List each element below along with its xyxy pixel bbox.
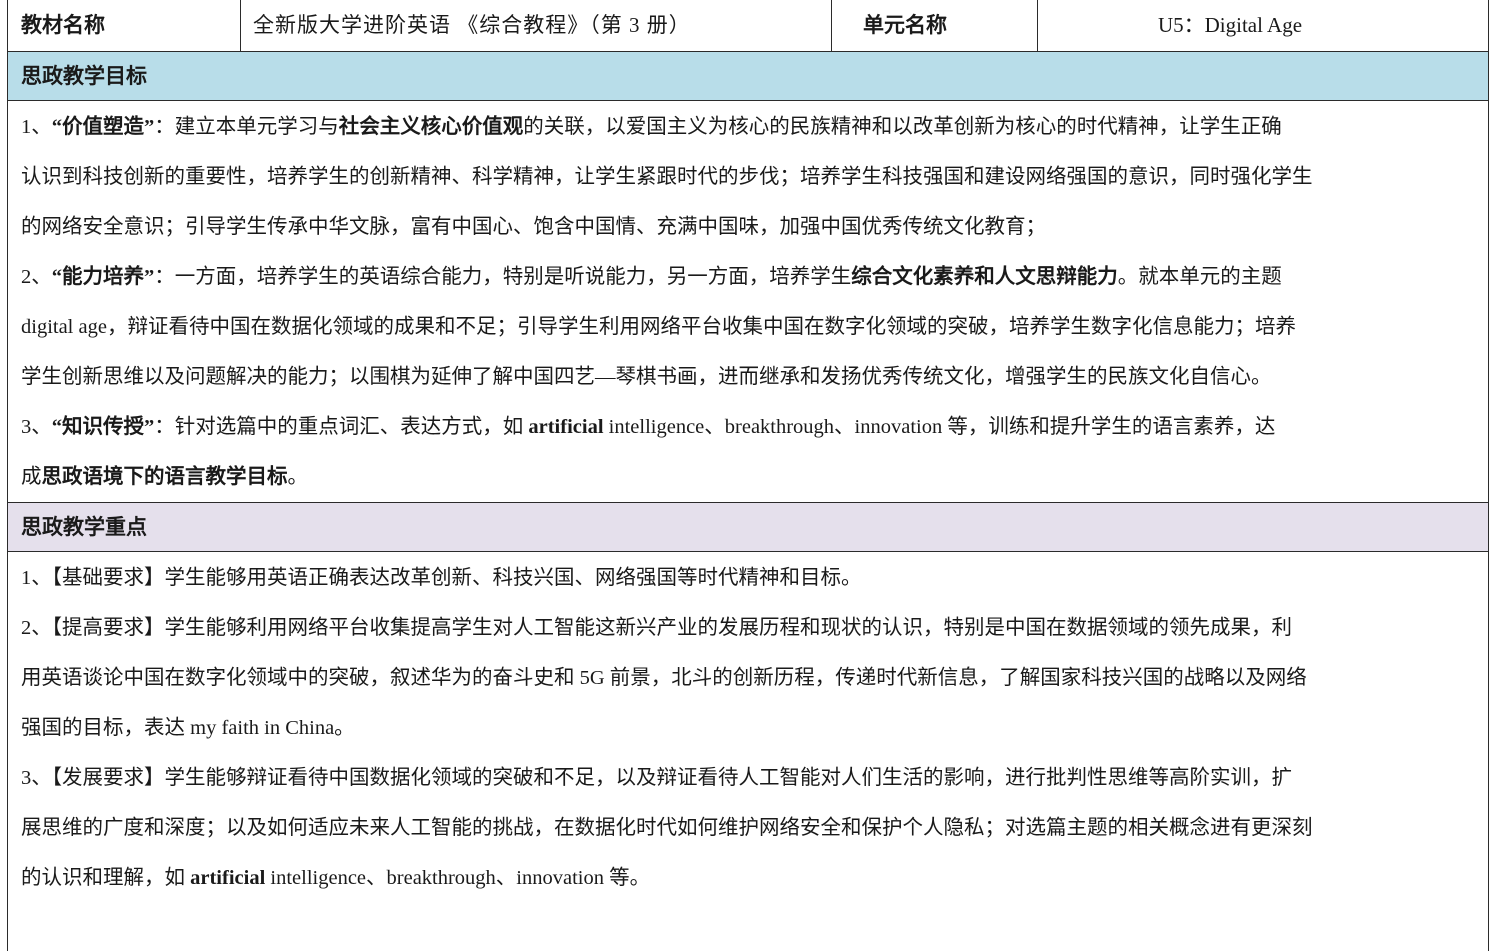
- focus-line: 3、【发展要求】学生能够辩证看待中国数据化领域的突破和不足，以及辩证看待人工智能…: [21, 753, 1438, 803]
- line-segment: 。就本单元的主题: [1117, 266, 1282, 288]
- line-segment: 1、【基础要求】学生能够用英语正确表达改革创新、科技兴国、网络强国等时代精神和目…: [21, 567, 862, 589]
- line-segment-bold: 社会主义核心价值观: [338, 116, 524, 138]
- line-segment: 认识到科技创新的重要性，培养学生的创新精神、科学精神，让学生紧跟时代的步伐；培养…: [21, 166, 1313, 188]
- line-segment: 的网络安全意识；引导学生传承中华文脉，富有中国心、饱含中国情、充满中国味，加强中…: [21, 216, 1046, 238]
- line-segment: intelligence、breakthrough、innovation 等，训…: [603, 416, 1276, 438]
- focus-section-title: 思政教学重点: [8, 502, 1488, 552]
- line-segment: ：建立本单元学习与: [154, 116, 339, 138]
- line-segment: ：一方面，培养学生的英语综合能力，特别是听说能力，另一方面，培养学生: [154, 266, 852, 288]
- unit-value: U5：Digital Age: [1157, 13, 1303, 37]
- focus-line: 1、【基础要求】学生能够用英语正确表达改革创新、科技兴国、网络强国等时代精神和目…: [21, 553, 1438, 603]
- line-segment: 的关联，以爱国主义为核心的民族精神和以改革创新为核心的时代精神，让学生正确: [523, 116, 1282, 138]
- goals-line: 2、“能力培养”：一方面，培养学生的英语综合能力，特别是听说能力，另一方面，培养…: [21, 252, 1438, 302]
- goals-section-title: 思政教学目标: [8, 52, 1488, 101]
- material-label: 教材名称: [8, 0, 241, 51]
- goals-line: 成思政语境下的语言教学目标。: [21, 452, 1438, 502]
- line-segment: ：针对选篇中的重点词汇、表达方式，如: [154, 416, 529, 438]
- focus-line: 的认识和理解，如 artificial intelligence、breakth…: [21, 853, 1438, 903]
- focus-body: 1、【基础要求】学生能够用英语正确表达改革创新、科技兴国、网络强国等时代精神和目…: [8, 553, 1488, 903]
- line-segment: 1、: [21, 116, 52, 138]
- goals-line: digital age，辩证看待中国在数据化领域的成果和不足；引导学生利用网络平…: [21, 302, 1438, 352]
- unit-label: 单元名称: [832, 0, 1038, 51]
- line-segment: 学生创新思维以及问题解决的能力；以围棋为延伸了解中国四艺—琴棋书画，进而继承和发…: [21, 366, 1272, 388]
- line-segment: 的认识和理解，如: [21, 867, 191, 889]
- material-value: 全新版大学进阶英语 《综合教程》（第 3 册）: [241, 0, 832, 51]
- header-row: 教材名称 全新版大学进阶英语 《综合教程》（第 3 册） 单元名称 U5：Dig…: [8, 0, 1488, 52]
- line-segment: 3、【发展要求】学生能够辩证看待中国数据化领域的突破和不足，以及辩证看待人工智能…: [21, 767, 1292, 789]
- line-segment-bold: “能力培养”: [51, 266, 155, 288]
- line-segment: 2、【提高要求】学生能够利用网络平台收集提高学生对人工智能这新兴产业的发展历程和…: [21, 617, 1292, 639]
- line-segment-bold: 思政语境下的语言教学目标: [41, 466, 288, 488]
- goals-line: 的网络安全意识；引导学生传承中华文脉，富有中国心、饱含中国情、充满中国味，加强中…: [21, 202, 1438, 252]
- goals-line: 1、“价值塑造”：建立本单元学习与社会主义核心价值观的关联，以爱国主义为核心的民…: [21, 102, 1438, 152]
- goals-line: 认识到科技创新的重要性，培养学生的创新精神、科学精神，让学生紧跟时代的步伐；培养…: [21, 152, 1438, 202]
- focus-line: 用英语谈论中国在数字化领域中的突破，叙述华为的奋斗史和 5G 前景，北斗的创新历…: [21, 653, 1438, 703]
- line-segment: 3、: [21, 416, 52, 438]
- line-segment: 成: [21, 466, 42, 488]
- line-segment-bold: artificial: [190, 867, 266, 889]
- line-segment: 强国的目标，表达 my faith in China。: [21, 717, 355, 739]
- lesson-plan-table: 教材名称 全新版大学进阶英语 《综合教程》（第 3 册） 单元名称 U5：Dig…: [7, 0, 1489, 951]
- line-segment-bold: “知识传授”: [51, 416, 155, 438]
- line-segment: 用英语谈论中国在数字化领域中的突破，叙述华为的奋斗史和 5G 前景，北斗的创新历…: [21, 667, 1307, 689]
- line-segment-bold: 综合文化素养和人文思辩能力: [851, 266, 1118, 288]
- line-segment-bold: “价值塑造”: [51, 116, 155, 138]
- line-segment: digital age，辩证看待中国在数据化领域的成果和不足；引导学生利用网络平…: [21, 316, 1296, 338]
- line-segment: 展思维的广度和深度；以及如何适应未来人工智能的挑战，在数据化时代如何维护网络安全…: [21, 817, 1313, 839]
- focus-line: 强国的目标，表达 my faith in China。: [21, 703, 1438, 753]
- goals-body: 1、“价值塑造”：建立本单元学习与社会主义核心价值观的关联，以爱国主义为核心的民…: [8, 102, 1488, 502]
- focus-line: 2、【提高要求】学生能够利用网络平台收集提高学生对人工智能这新兴产业的发展历程和…: [21, 603, 1438, 653]
- line-segment-bold: artificial: [528, 416, 604, 438]
- goals-line: 3、“知识传授”：针对选篇中的重点词汇、表达方式，如 artificial in…: [21, 402, 1438, 452]
- focus-line: 展思维的广度和深度；以及如何适应未来人工智能的挑战，在数据化时代如何维护网络安全…: [21, 803, 1438, 853]
- goals-line: 学生创新思维以及问题解决的能力；以围棋为延伸了解中国四艺—琴棋书画，进而继承和发…: [21, 352, 1438, 402]
- line-segment: 。: [287, 466, 309, 488]
- line-segment: intelligence、breakthrough、innovation 等。: [265, 867, 651, 889]
- line-segment: 2、: [21, 266, 52, 288]
